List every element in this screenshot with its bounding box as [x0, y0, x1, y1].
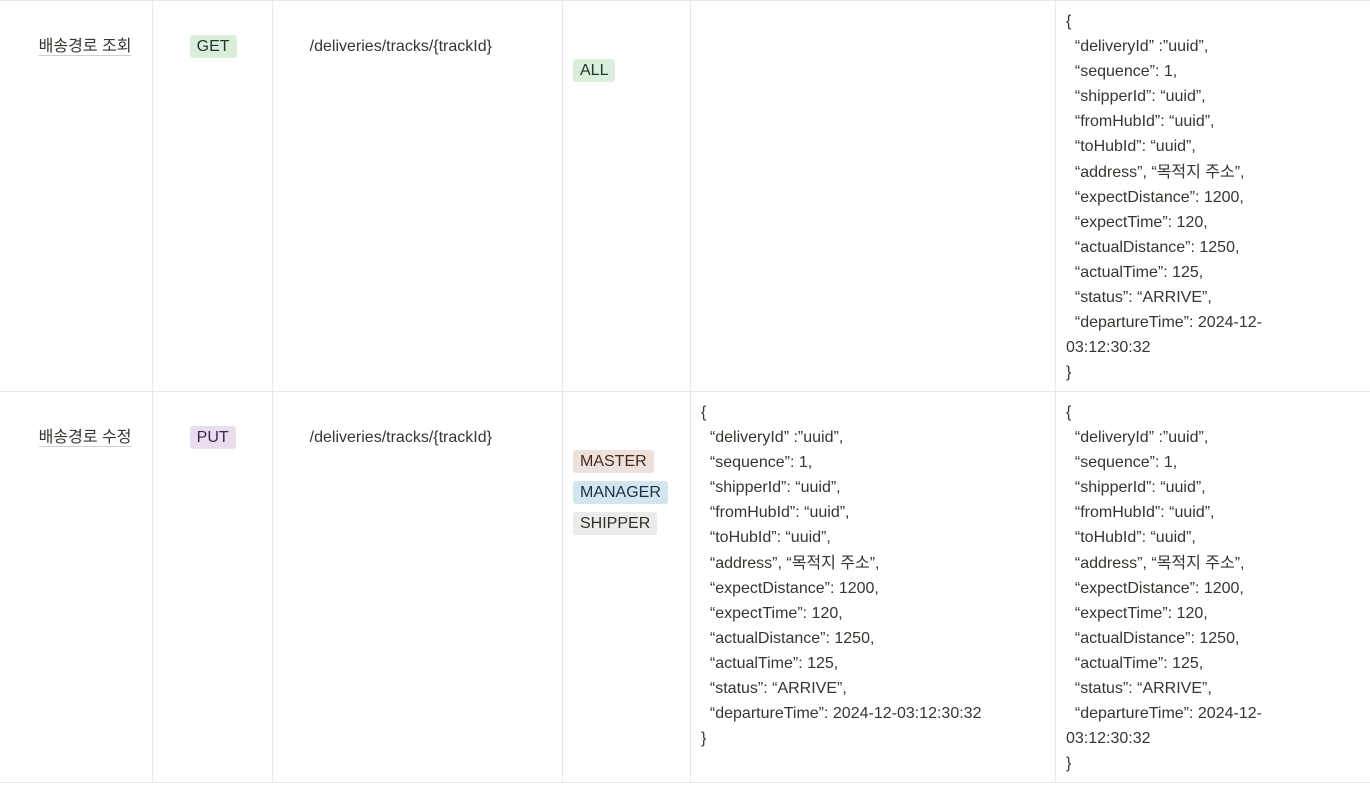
table-row: 배송경로 수정 PUT /deliveries/tracks/{trackId}… — [0, 391, 1370, 783]
request-cell[interactable] — [690, 1, 1055, 391]
roles-cell[interactable]: ALL — [562, 1, 690, 391]
url-cell[interactable]: /deliveries/tracks/{trackId} — [272, 1, 562, 391]
api-name[interactable]: 배송경로 수정 — [39, 429, 132, 446]
api-spec-table: 배송경로 조회 GET /deliveries/tracks/{trackId}… — [0, 0, 1370, 783]
method-tag: PUT — [189, 426, 236, 450]
url-text: /deliveries/tracks/{trackId} — [309, 38, 492, 56]
api-name-cell[interactable]: 배송경로 수정 — [0, 392, 152, 782]
method-tag: GET — [189, 35, 237, 59]
api-name-cell[interactable]: 배송경로 조회 — [0, 1, 152, 391]
roles-cell[interactable]: MASTER MANAGER SHIPPER — [562, 392, 690, 782]
response-cell[interactable]: { “deliveryId” :”uuid”, “sequence”: 1, “… — [1055, 1, 1370, 391]
api-name[interactable]: 배송경로 조회 — [39, 38, 132, 55]
role-tag-all: ALL — [573, 59, 616, 83]
method-cell[interactable]: PUT — [152, 392, 272, 782]
url-cell[interactable]: /deliveries/tracks/{trackId} — [272, 392, 562, 782]
role-tag-manager: MANAGER — [573, 481, 668, 505]
url-text: /deliveries/tracks/{trackId} — [309, 429, 492, 447]
method-cell[interactable]: GET — [152, 1, 272, 391]
request-cell[interactable]: { “deliveryId” :”uuid”, “sequence”: 1, “… — [690, 392, 1055, 782]
table-row: 배송경로 조회 GET /deliveries/tracks/{trackId}… — [0, 0, 1370, 391]
role-tag-shipper: SHIPPER — [573, 512, 658, 536]
response-cell[interactable]: { “deliveryId” :”uuid”, “sequence”: 1, “… — [1055, 392, 1370, 782]
role-tag-master: MASTER — [573, 450, 654, 474]
